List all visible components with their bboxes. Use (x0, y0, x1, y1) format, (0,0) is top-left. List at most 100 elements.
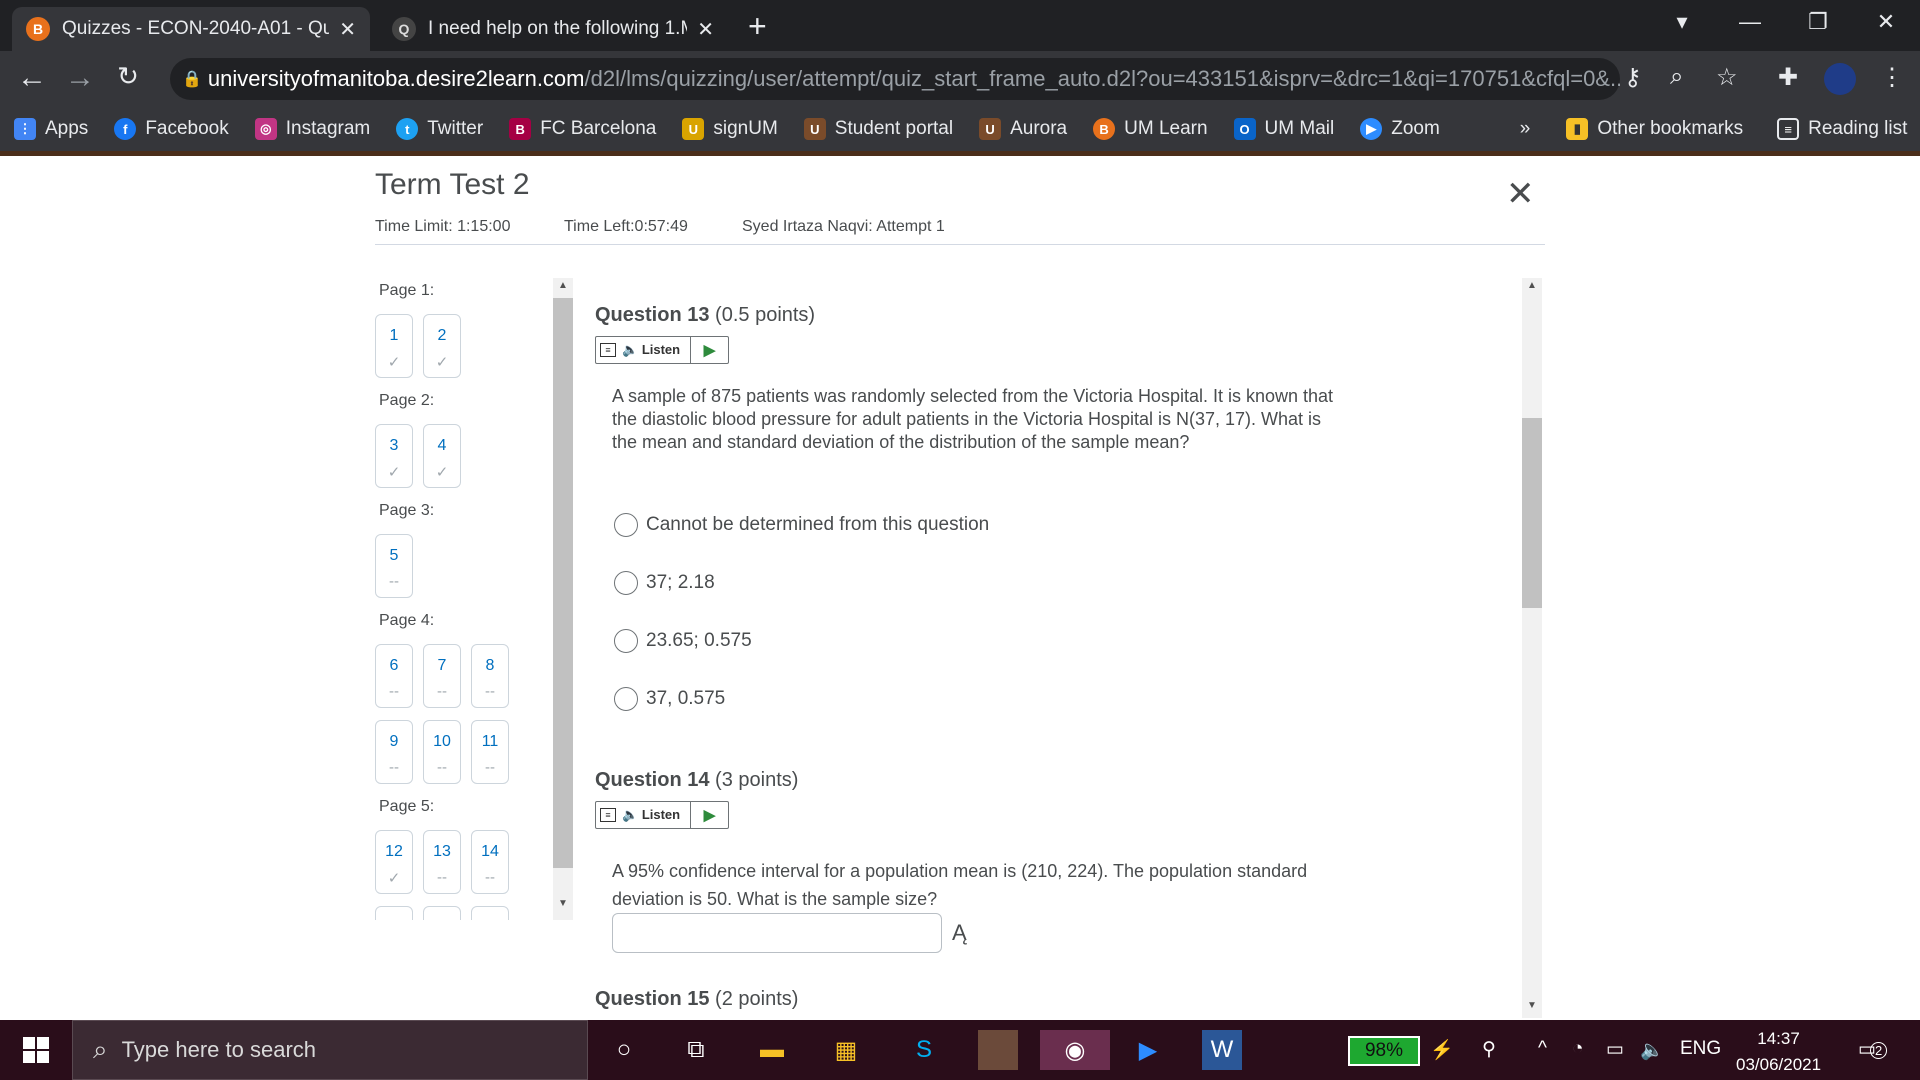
tab-help[interactable]: Q I need help on the following 1.M ✕ (378, 7, 728, 51)
nav-number: 3 (389, 437, 399, 454)
close-window-icon[interactable]: ✕ (1852, 0, 1920, 44)
extensions-icon[interactable]: ✚ (1778, 63, 1798, 92)
plug-icon[interactable]: ⚡ (1430, 1038, 1454, 1062)
key-icon[interactable]: ⚷ (1624, 63, 1642, 92)
notification-icon[interactable]: ▭2 (1858, 1038, 1888, 1061)
question-nav-11[interactable]: 11 -- (471, 720, 509, 784)
scroll-up-icon[interactable]: ▲ (1522, 280, 1542, 291)
question-nav-10[interactable]: 10 -- (423, 720, 461, 784)
radio-button[interactable] (614, 571, 638, 595)
zoom-icon[interactable]: ⌕ (1670, 63, 1683, 91)
question-nav-5[interactable]: 5 -- (375, 534, 413, 598)
star-icon[interactable]: ☆ (1716, 63, 1738, 92)
new-tab-icon[interactable]: + (748, 8, 767, 45)
language-indicator[interactable]: ENG (1680, 1038, 1721, 1060)
scroll-down-icon[interactable]: ▼ (1522, 1000, 1542, 1011)
bookmark-instagram[interactable]: ◎ Instagram (254, 118, 370, 140)
reading-list[interactable]: ≡ Reading list (1777, 118, 1907, 140)
photo-app-icon[interactable] (978, 1030, 1018, 1070)
bookmark-facebook[interactable]: f Facebook (114, 118, 229, 140)
question-nav-3[interactable]: 3 ✓ (375, 424, 413, 488)
bookmark-apps[interactable]: ⋮ Apps (14, 118, 88, 140)
answer-option-2[interactable]: 37; 2.18 (614, 571, 715, 595)
close-tab-icon[interactable]: ✕ (339, 17, 356, 42)
option-label: 37; 2.18 (646, 572, 715, 593)
listen-button[interactable]: ≡ 🔈 Listen ▶ (595, 336, 729, 364)
question-nav-partial[interactable] (471, 906, 509, 920)
people-icon[interactable]: ⚲ (1482, 1038, 1496, 1061)
tab-quizzes[interactable]: B Quizzes - ECON-2040-A01 - Quar ✕ (12, 7, 370, 51)
question-nav-12[interactable]: 12 ✓ (375, 830, 413, 894)
question-nav-7[interactable]: 7 -- (423, 644, 461, 708)
tab-search-icon[interactable]: ▾ (1648, 0, 1716, 44)
bookmark-twitter[interactable]: t Twitter (396, 118, 483, 140)
forward-icon[interactable]: → (60, 61, 100, 95)
scroll-down-icon[interactable]: ▼ (553, 898, 573, 909)
play-icon[interactable]: ▶ (690, 802, 728, 828)
reload-icon[interactable]: ↻ (108, 61, 148, 92)
question-nav-partial[interactable] (375, 906, 413, 920)
task-view-icon[interactable]: ⧉ (676, 1030, 716, 1070)
volume-icon[interactable]: 🔈 (1640, 1038, 1664, 1062)
battery-icon[interactable]: ▭ (1606, 1038, 1624, 1061)
file-explorer-icon[interactable]: ▬ (752, 1030, 792, 1070)
spellcheck-icon[interactable]: Ą (952, 920, 967, 946)
radio-button[interactable] (614, 687, 638, 711)
bookmark-student-portal[interactable]: U Student portal (803, 118, 953, 140)
listen-button[interactable]: ≡ 🔈 Listen ▶ (595, 801, 729, 829)
word-icon[interactable]: W (1202, 1030, 1242, 1070)
radio-button[interactable] (614, 513, 638, 537)
menu-icon[interactable]: ⋮ (1880, 63, 1904, 92)
answer-input[interactable] (612, 913, 942, 953)
close-tab-icon[interactable]: ✕ (697, 17, 714, 42)
avatar[interactable] (1824, 63, 1856, 95)
zoom-app-icon[interactable]: ▶ (1128, 1030, 1168, 1070)
close-icon[interactable]: ✕ (1506, 174, 1535, 214)
windows-start-icon[interactable] (0, 1020, 72, 1080)
bookmark-zoom[interactable]: ▶ Zoom (1360, 118, 1440, 140)
question-nav-2[interactable]: 2 ✓ (423, 314, 461, 378)
skype-icon[interactable]: S (904, 1030, 944, 1070)
question-points: (0.5 points) (715, 304, 816, 326)
answer-option-4[interactable]: 37, 0.575 (614, 687, 725, 711)
question-nav-4[interactable]: 4 ✓ (423, 424, 461, 488)
bookmark-ummail[interactable]: O UM Mail (1233, 118, 1334, 140)
restore-icon[interactable]: ❐ (1784, 0, 1852, 44)
back-icon[interactable]: ← (12, 61, 52, 95)
battery-indicator[interactable]: 98% (1348, 1036, 1420, 1066)
nav-scrollbar[interactable]: ▲ ▼ (553, 278, 573, 920)
bookmark-fcb[interactable]: B FC Barcelona (509, 118, 656, 140)
question-nav-1[interactable]: 1 ✓ (375, 314, 413, 378)
taskbar-search[interactable]: ⌕ Type here to search (72, 1020, 588, 1080)
bookmark-other[interactable]: ▮ Other bookmarks (1566, 118, 1743, 140)
answer-option-1[interactable]: Cannot be determined from this question (614, 513, 989, 537)
play-icon[interactable]: ▶ (690, 337, 728, 363)
chrome-icon[interactable]: ◉ (1040, 1030, 1110, 1070)
attempt-info: Syed Irtaza Naqvi: Attempt 1 (742, 218, 945, 235)
store-icon[interactable]: ▦ (826, 1030, 866, 1070)
scroll-thumb[interactable] (553, 298, 573, 868)
question-nav-6[interactable]: 6 -- (375, 644, 413, 708)
content-scrollbar[interactable]: ▲ ▼ (1522, 278, 1542, 1018)
scroll-up-icon[interactable]: ▲ (553, 280, 573, 291)
scroll-thumb[interactable] (1522, 418, 1542, 608)
radio-button[interactable] (614, 629, 638, 653)
minimize-icon[interactable]: — (1716, 0, 1784, 44)
question-nav-partial[interactable] (423, 906, 461, 920)
bookmark-aurora[interactable]: U Aurora (979, 118, 1067, 140)
bookmarks-more[interactable]: » (1520, 118, 1531, 140)
wifi-icon[interactable]: ◔ (1572, 1038, 1583, 1060)
apps-icon: ⋮ (14, 118, 36, 140)
chevron-up-icon[interactable]: ^ (1538, 1038, 1547, 1060)
bookmark-umlearn[interactable]: B UM Learn (1093, 118, 1208, 140)
clock[interactable]: 14:37 03/06/2021 (1736, 1026, 1821, 1078)
question-nav-14[interactable]: 14 -- (471, 830, 509, 894)
question-nav-13[interactable]: 13 -- (423, 830, 461, 894)
bookmark-signum[interactable]: UsignUM (682, 118, 778, 140)
question-nav-9[interactable]: 9 -- (375, 720, 413, 784)
address-bar[interactable]: 🔒 universityofmanitoba.desire2learn.com/… (170, 58, 1620, 100)
cortana-icon[interactable]: ○ (604, 1030, 644, 1070)
tab-strip: B Quizzes - ECON-2040-A01 - Quar ✕ Q I n… (0, 0, 1920, 51)
question-nav-8[interactable]: 8 -- (471, 644, 509, 708)
answer-option-3[interactable]: 23.65; 0.575 (614, 629, 752, 653)
